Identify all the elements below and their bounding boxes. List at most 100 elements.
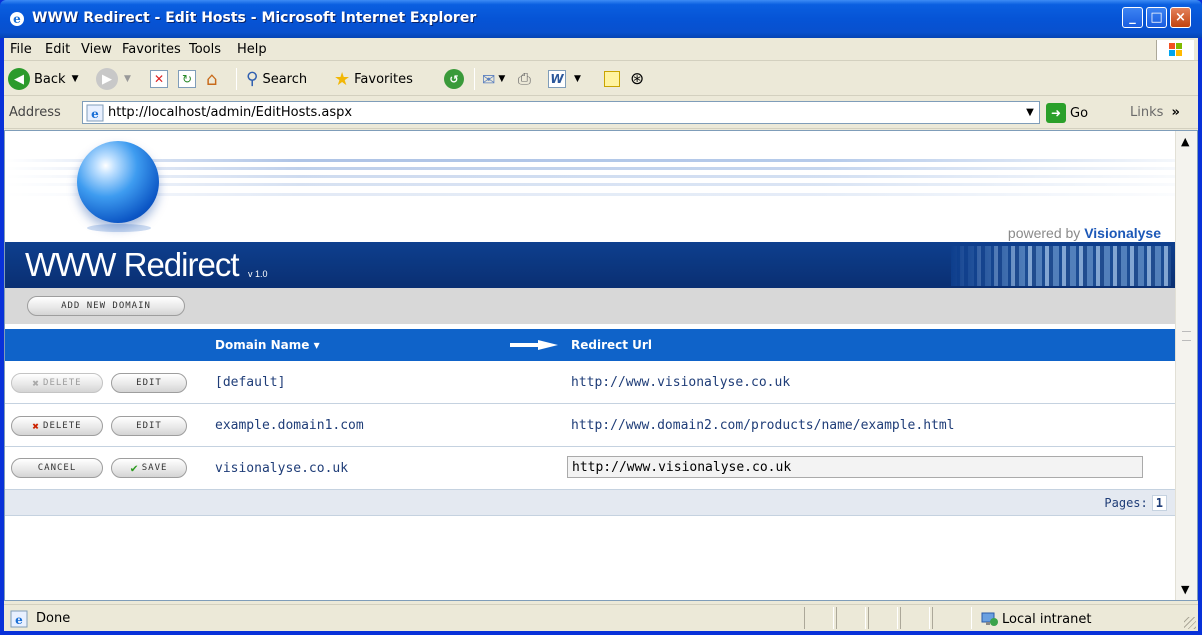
address-bar: Address e http://localhost/admin/EditHos… [4,97,1198,129]
powered-brand: Visionalyse [1084,225,1161,241]
messenger-button[interactable]: ⊛ [630,67,644,91]
powered-prefix: powered by [1007,225,1085,241]
mail-dropdown-icon[interactable]: ▼ [498,74,505,84]
go-arrow-icon: ➜ [1046,103,1066,123]
svg-text:e: e [91,107,99,121]
domain-name-cell: visionalyse.co.uk [215,461,349,476]
domain-name-cell: example.domain1.com [215,418,364,433]
scroll-down-icon[interactable]: ▼ [1181,583,1189,596]
address-url: http://localhost/admin/EditHosts.aspx [108,105,353,120]
menu-edit[interactable]: Edit [45,42,70,57]
page-link-current[interactable]: 1 [1151,495,1167,511]
intranet-icon [981,612,998,626]
svg-text:e: e [13,12,21,26]
pages-label: Pages: [1104,496,1148,510]
address-dropdown-icon[interactable]: ▼ [1021,102,1039,123]
header-stripe [5,175,1175,178]
menu-tools[interactable]: Tools [189,42,221,57]
home-button[interactable]: ⌂ [206,67,217,91]
window-title: WWW Redirect - Edit Hosts - Microsoft In… [32,10,477,26]
back-arrow-icon: ◀ [8,68,30,90]
domain-name-cell: [default] [215,375,286,390]
redirect-url-input[interactable] [567,456,1143,478]
save-button[interactable]: ✔ save [111,458,187,478]
redirect-url-cell: http://www.visionalyse.co.uk [571,375,791,390]
title-bar[interactable]: e WWW Redirect - Edit Hosts - Microsoft … [0,0,1202,38]
column-domain-name[interactable]: Domain Name ▾ [215,338,320,352]
delete-label: delete [43,378,82,388]
favorites-label: Favorites [354,71,413,87]
zone-label: Local intranet [1002,611,1092,627]
checkmark-icon: ✔ [130,461,139,475]
back-dropdown-icon[interactable]: ▼ [72,74,79,84]
toolbar-separator [474,68,475,90]
ie-logo-icon: e [10,12,24,26]
sort-desc-icon: ▾ [313,338,320,352]
favorites-button[interactable]: ★ Favorites [334,67,413,91]
status-bar: e Done Local intranet [4,604,1198,631]
stop-button[interactable]: ✕ [150,67,168,91]
add-new-domain-button[interactable]: add new domain [27,296,185,316]
forward-dropdown-icon[interactable]: ▼ [124,74,131,84]
menu-help[interactable]: Help [237,42,267,57]
status-cell [868,607,898,629]
minimize-button[interactable]: _ [1122,7,1143,28]
menu-file[interactable]: File [10,42,32,57]
maximize-button[interactable]: □ [1146,7,1167,28]
status-cell [804,607,834,629]
discuss-button[interactable] [604,67,620,91]
page-done-icon: e [10,610,28,628]
pager: Pages: 1 [1104,495,1167,511]
page-icon: e [86,104,104,121]
header-stripe [5,159,1175,162]
search-button[interactable]: ⚲ Search [246,67,307,91]
table-row: ✖ delete edit [default] http://www.visio… [5,361,1175,404]
toolbar-separator [236,68,237,90]
links-button[interactable]: Links » [1130,105,1180,120]
messenger-icon: ⊛ [630,69,645,89]
column-domain-label: Domain Name [215,338,310,352]
edit-dropdown-icon[interactable]: ▼ [574,74,581,84]
forward-button[interactable]: ▶ ▼ [96,67,131,91]
scroll-up-icon[interactable]: ▲ [1181,135,1189,148]
windows-logo-icon [1156,40,1194,60]
back-button[interactable]: ◀ Back ▼ [8,67,78,91]
mail-button[interactable]: ✉ ▼ [482,67,505,91]
header-stripe [5,193,1175,196]
security-zone[interactable]: Local intranet [980,611,1091,627]
forward-arrow-icon: ▶ [96,68,118,90]
status-cell [900,607,930,629]
print-button[interactable]: ⎙ [518,67,531,91]
go-label: Go [1070,105,1089,121]
globe-logo-icon [77,141,159,223]
scroll-grip[interactable] [1182,331,1191,341]
powered-by[interactable]: powered by Visionalyse [1008,225,1161,241]
note-icon [604,71,620,87]
grid-header: Domain Name ▾ Redirect Url [5,329,1175,361]
menu-favorites[interactable]: Favorites [122,42,181,57]
resize-grip[interactable] [1184,617,1196,629]
cancel-button[interactable]: cancel [11,458,103,478]
address-input[interactable]: e http://localhost/admin/EditHosts.aspx … [82,101,1040,124]
browser-window: e WWW Redirect - Edit Hosts - Microsoft … [0,0,1202,635]
svg-text:e: e [15,613,23,627]
brand-bar: WWW Redirect v 1.0 [5,242,1175,288]
refresh-button[interactable]: ↻ [178,67,196,91]
edit-button[interactable]: edit [111,373,187,393]
edit-button[interactable]: edit [111,416,187,436]
app-version: v 1.0 [248,269,268,279]
status-text: Done [36,611,71,626]
links-chevron-icon: » [1171,105,1180,120]
header-stripe [5,183,1175,186]
page-viewport: powered by Visionalyse WWW Redirect v 1.… [4,130,1198,601]
close-button[interactable]: × [1170,7,1191,28]
vertical-scrollbar[interactable]: ▲ ▼ [1175,131,1197,600]
header-stripe [5,167,1175,170]
history-button[interactable]: ↺ [444,67,464,91]
delete-button[interactable]: ✖ delete [11,373,103,393]
edit-word-button[interactable]: W ▼ [548,67,581,91]
menu-view[interactable]: View [81,42,112,57]
go-button[interactable]: ➜ Go [1046,103,1088,123]
delete-label: delete [43,421,82,431]
delete-button[interactable]: ✖ delete [11,416,103,436]
